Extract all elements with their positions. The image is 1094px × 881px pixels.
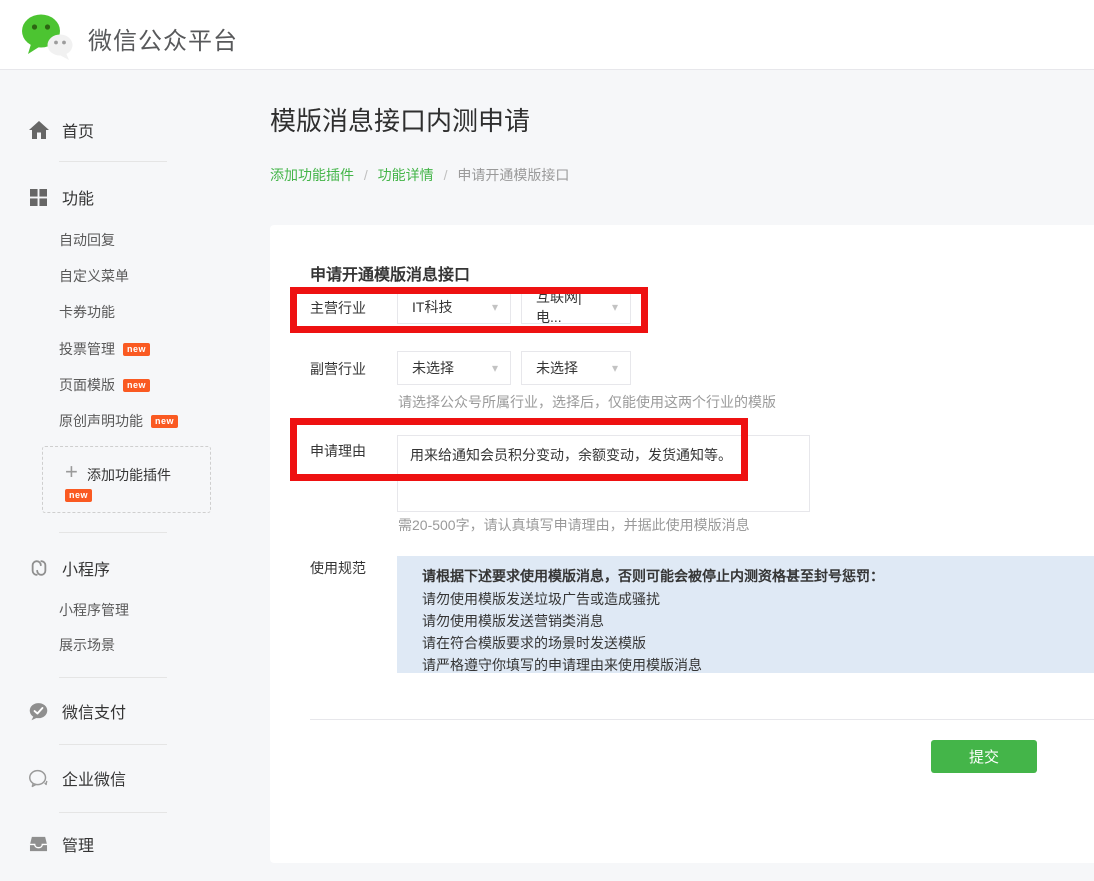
select-value: 互联网|电... (536, 287, 604, 327)
usage-rule: 请严格遵守你填写的申请理由来使用模版消息 (422, 654, 1074, 676)
sidebar-item-label: 自动回复 (59, 230, 115, 250)
page-title: 模版消息接口内测申请 (270, 101, 530, 138)
sidebar-item-custom-menu[interactable]: 自定义菜单 (0, 258, 129, 294)
sidebar-divider (59, 812, 167, 813)
sidebar-item-card-coupon[interactable]: 卡券功能 (0, 294, 115, 330)
usage-label: 使用规范 (310, 558, 366, 578)
plus-icon: + (65, 459, 78, 485)
sidebar-item-label: 微信支付 (62, 699, 126, 723)
sidebar-item-page-template[interactable]: 页面模版 new (0, 367, 150, 403)
inbox-icon (28, 834, 49, 855)
reason-textarea[interactable]: 用来给通知会员积分变动，余额变动，发货通知等。 (397, 435, 810, 512)
sidebar-item-features[interactable]: 功能 (0, 179, 94, 215)
sidebar-divider (59, 677, 167, 678)
chevron-down-icon: ▾ (604, 361, 618, 375)
reason-label: 申请理由 (310, 441, 366, 461)
sidebar-item-vote[interactable]: 投票管理 new (0, 331, 150, 367)
secondary-industry-label: 副营行业 (310, 359, 366, 379)
breadcrumb-link-add-plugin[interactable]: 添加功能插件 (270, 167, 354, 183)
usage-rules-heading: 请根据下述要求使用模版消息，否则可能会被停止内测资格甚至封号惩罚： (422, 565, 1074, 588)
select-value: 未选择 (412, 358, 454, 378)
sidebar-item-original-statement[interactable]: 原创声明功能 new (0, 403, 178, 439)
sidebar-item-label: 自定义菜单 (59, 266, 129, 286)
select-value: 未选择 (536, 358, 578, 378)
sidebar-item-label: 小程序 (62, 556, 110, 580)
submit-button[interactable]: 提交 (931, 740, 1037, 773)
usage-rule: 请勿使用模版发送垃圾广告或造成骚扰 (422, 588, 1074, 610)
usage-rules-box: 请根据下述要求使用模版消息，否则可能会被停止内测资格甚至封号惩罚： 请勿使用模版… (397, 556, 1094, 673)
sidebar-item-wechat-pay[interactable]: 微信支付 (0, 693, 126, 729)
sidebar-item-home[interactable]: 首页 (0, 112, 94, 148)
primary-industry-select-1[interactable]: IT科技 ▾ (397, 290, 511, 324)
breadcrumb: 添加功能插件 / 功能详情 / 申请开通模版接口 (270, 165, 569, 185)
primary-industry-label: 主营行业 (310, 298, 366, 318)
reason-hint: 需20-500字，请认真填写申请理由，并据此使用模版消息 (398, 515, 750, 535)
sidebar-item-label: 管理 (62, 832, 94, 856)
sidebar-item-label: 功能 (62, 185, 94, 209)
sidebar-item-label: 页面模版 (59, 375, 115, 395)
top-header: 微信公众平台 (0, 0, 1094, 70)
breadcrumb-current: 申请开通模版接口 (457, 167, 569, 183)
home-icon (28, 120, 49, 141)
secondary-industry-select-2[interactable]: 未选择 ▾ (521, 351, 631, 385)
card-divider (310, 719, 1094, 720)
primary-industry-select-2[interactable]: 互联网|电... ▾ (521, 290, 631, 324)
grid-icon (28, 187, 49, 208)
miniprogram-icon (28, 558, 49, 579)
sidebar-item-label: 卡券功能 (59, 302, 115, 322)
wechat-pay-icon (28, 701, 49, 722)
new-badge: new (123, 343, 150, 356)
sidebar-item-label: 企业微信 (62, 766, 126, 790)
sidebar: 首页 功能 自动回复 自定义菜单 卡券功能 投票管理 new 页面模版 new … (0, 70, 270, 881)
sidebar-divider (59, 161, 167, 162)
add-plugin-label: 添加功能插件 (87, 465, 171, 485)
sidebar-item-manage[interactable]: 管理 (0, 826, 94, 862)
sidebar-item-label: 投票管理 (59, 339, 115, 359)
form-heading: 申请开通模版消息接口 (310, 261, 470, 285)
sidebar-item-work-wechat[interactable]: 企业微信 (0, 760, 126, 796)
new-badge: new (151, 415, 178, 428)
sidebar-item-display-scene[interactable]: 展示场景 (0, 627, 115, 663)
breadcrumb-separator: / (444, 167, 448, 183)
brand-title: 微信公众平台 (88, 21, 238, 56)
breadcrumb-link-feature-detail[interactable]: 功能详情 (378, 167, 434, 183)
sidebar-item-auto-reply[interactable]: 自动回复 (0, 222, 115, 258)
sidebar-item-miniprogram[interactable]: 小程序 (0, 550, 110, 586)
header-logo-link[interactable]: 微信公众平台 (18, 10, 238, 67)
chevron-down-icon: ▾ (604, 300, 618, 314)
secondary-industry-select-1[interactable]: 未选择 ▾ (397, 351, 511, 385)
industry-hint: 请选择公众号所属行业，选择后，仅能使用这两个行业的模版 (398, 392, 776, 412)
sidebar-item-label: 首页 (62, 118, 94, 142)
breadcrumb-separator: / (364, 167, 368, 183)
add-plugin-button[interactable]: + 添加功能插件 new (42, 446, 211, 513)
new-badge: new (65, 489, 92, 502)
chevron-down-icon: ▾ (484, 300, 498, 314)
sidebar-item-label: 展示场景 (59, 635, 115, 655)
sidebar-divider (59, 532, 167, 533)
new-badge: new (123, 379, 150, 392)
page: 微信公众平台 首页 功能 自动回复 自定义菜单 卡券功能 投票管理 (0, 0, 1094, 881)
select-value: IT科技 (412, 297, 452, 317)
usage-rule: 请勿使用模版发送营销类消息 (422, 610, 1074, 632)
work-wechat-icon (28, 768, 49, 789)
sidebar-item-miniprogram-manage[interactable]: 小程序管理 (0, 592, 129, 628)
chevron-down-icon: ▾ (484, 361, 498, 375)
sidebar-item-label: 原创声明功能 (59, 411, 143, 431)
usage-rule: 请在符合模版要求的场景时发送模版 (422, 632, 1074, 654)
sidebar-item-label: 小程序管理 (59, 600, 129, 620)
sidebar-divider (59, 744, 167, 745)
wechat-logo-icon (18, 10, 76, 67)
